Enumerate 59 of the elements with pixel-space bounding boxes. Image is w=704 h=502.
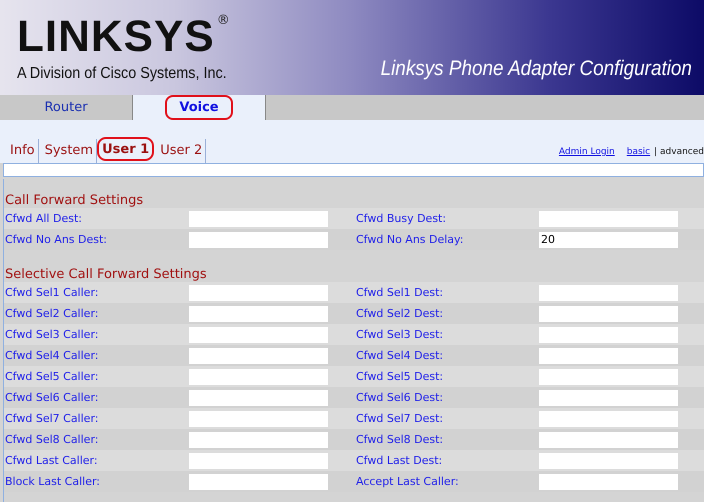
field-label: Cfwd Sel4 Dest:: [356, 349, 444, 362]
text-field[interactable]: [539, 326, 678, 342]
nav-link[interactable]: Admin Login: [558, 147, 615, 157]
field-label: Accept Last Caller:: [356, 475, 460, 488]
field-label: Cfwd Sel3 Dest:: [356, 328, 444, 341]
text-field[interactable]: [539, 368, 678, 384]
text-field[interactable]: [539, 432, 678, 448]
field-label: Cfwd All Dest:: [5, 212, 83, 225]
text-field[interactable]: [539, 306, 678, 322]
text-field[interactable]: [189, 368, 328, 384]
sub-tab[interactable]: User 1: [97, 137, 154, 161]
text-field[interactable]: [189, 410, 328, 426]
field-label: Cfwd Sel2 Dest:: [356, 307, 444, 320]
field-label: Block Last Caller:: [5, 475, 101, 488]
text-field[interactable]: [539, 210, 678, 226]
text-field[interactable]: [189, 232, 328, 248]
text-field[interactable]: [189, 432, 328, 448]
text-field[interactable]: [539, 284, 678, 300]
field-label: Cfwd Sel4 Caller:: [5, 349, 100, 362]
text-field[interactable]: [189, 210, 328, 226]
text-field[interactable]: [189, 326, 328, 342]
main-tab[interactable]: Voice: [133, 95, 266, 120]
field-label: Cfwd Sel7 Dest:: [356, 412, 444, 425]
field-label: Cfwd Sel6 Dest:: [356, 391, 444, 404]
field-label: Cfwd Sel7 Caller:: [5, 412, 100, 425]
text-field[interactable]: [539, 474, 678, 490]
field-label: Cfwd Last Dest:: [356, 454, 444, 467]
field-label: Cfwd Sel2 Caller:: [5, 307, 100, 320]
text-field[interactable]: [539, 390, 678, 406]
field-label: Cfwd Sel5 Caller:: [5, 370, 100, 383]
field-label: Cfwd Sel3 Caller:: [5, 328, 100, 341]
registered-mark: ®: [216, 13, 230, 28]
section-heading: Call Forward Settings: [5, 193, 144, 208]
field-label: Cfwd Sel1 Caller:: [5, 286, 100, 299]
field-label: Cfwd No Ans Dest:: [5, 233, 108, 246]
text-field[interactable]: [189, 452, 328, 468]
nav-link[interactable]: basic: [626, 147, 650, 157]
field-label: Cfwd Busy Dest:: [356, 212, 448, 225]
field-label: Cfwd Sel5 Dest:: [356, 370, 444, 383]
field-label: Cfwd Sel6 Caller:: [5, 391, 100, 404]
logo-wordmark: LINKSYS: [17, 13, 215, 61]
field-label: Cfwd Sel1 Dest:: [356, 286, 444, 299]
field-label: Cfwd Last Caller:: [5, 454, 99, 467]
text-field[interactable]: [189, 474, 328, 490]
field-label: Cfwd Sel8 Caller:: [5, 433, 100, 446]
text-field[interactable]: [189, 348, 328, 364]
text-field[interactable]: [189, 390, 328, 406]
field-label: Cfwd Sel8 Dest:: [356, 433, 444, 446]
section-heading: Selective Call Forward Settings: [5, 267, 207, 282]
text-field[interactable]: 20: [539, 232, 678, 248]
mode-text: | advanced: [654, 147, 704, 157]
text-field[interactable]: [189, 306, 328, 322]
text-field[interactable]: [539, 410, 678, 426]
page-title: Linksys Phone Adapter Configuration: [380, 57, 692, 81]
text-field[interactable]: [539, 348, 678, 364]
field-label: Cfwd No Ans Delay:: [356, 233, 464, 246]
tagline: A Division of Cisco Systems, Inc.: [17, 65, 227, 83]
text-field[interactable]: [189, 284, 328, 300]
text-field[interactable]: [539, 452, 678, 468]
